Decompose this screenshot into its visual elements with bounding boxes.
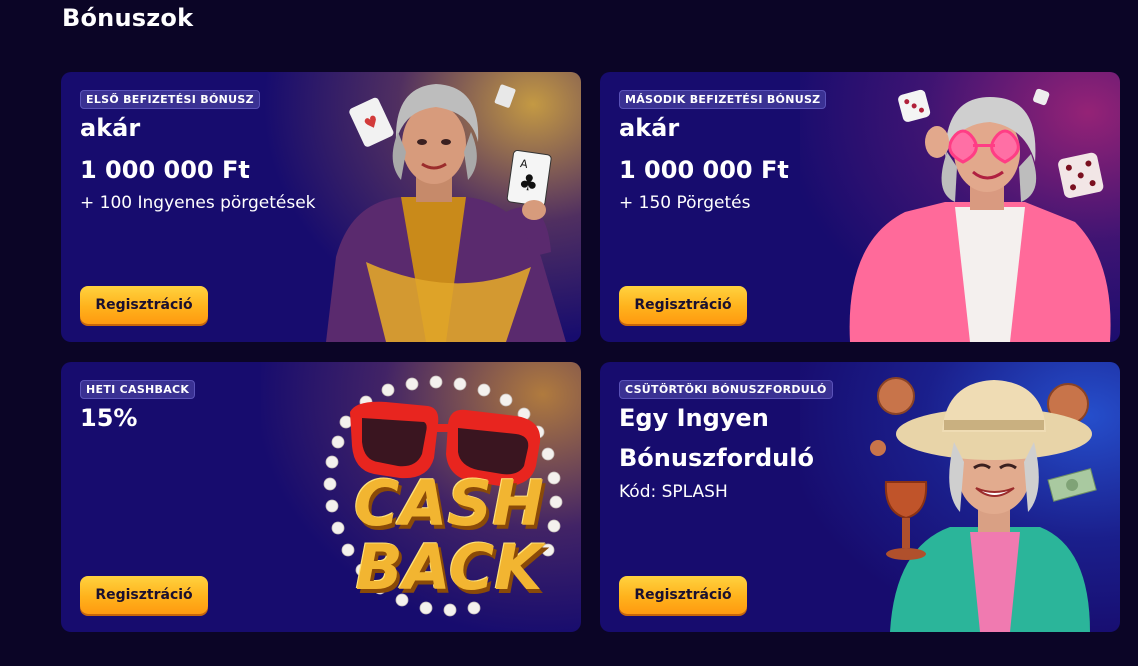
bonus-title-line-2: Bónuszforduló xyxy=(619,444,814,472)
bonus-extra: + 150 Pörgetés xyxy=(619,193,751,213)
bonus-prefix: akár xyxy=(619,114,680,142)
svg-text:♣: ♣ xyxy=(517,170,540,198)
register-button[interactable]: Regisztráció xyxy=(80,576,208,614)
bonus-badge: ELSŐ BEFIZETÉSI BÓNUSZ xyxy=(80,90,260,109)
bonus-code: Kód: SPLASH xyxy=(619,482,728,502)
bonus-badge: HETI CASHBACK xyxy=(80,380,196,399)
register-button[interactable]: Regisztráció xyxy=(619,286,747,324)
bonus-badge: CSÜTÖRTÖKI BÓNUSZFORDULÓ xyxy=(619,380,833,399)
bonus-badge: MÁSODIK BEFIZETÉSI BÓNUSZ xyxy=(619,90,827,109)
bonus-amount: 1 000 000 Ft xyxy=(80,156,250,184)
bonus-prefix: akár xyxy=(80,114,141,142)
bonus-card-first-deposit: ♥ A ♣ ELSŐ BEFIZETÉSI BÓNUSZ akár 1 000 0… xyxy=(61,72,581,342)
bonus-card-weekly-cashback: CASH BACK HETI CASHBACK 15% Regisztráció xyxy=(61,362,581,632)
page-title: Bónuszok xyxy=(62,4,194,32)
cashback-art-word-1: CASH xyxy=(353,467,545,540)
woman-with-hat-and-trophy-illustration xyxy=(870,377,1097,632)
bonus-extra: + 100 Ingyenes pörgetések xyxy=(80,193,316,213)
cashback-art-text: CASH BACK xyxy=(329,472,569,600)
bonus-card-thursday-bonus-round: CSÜTÖRTÖKI BÓNUSZFORDULÓ Egy Ingyen Bónu… xyxy=(600,362,1120,632)
bonus-card-second-deposit: MÁSODIK BEFIZETÉSI BÓNUSZ akár 1 000 000… xyxy=(600,72,1120,342)
woman-with-playing-cards-illustration: ♥ A♣ xyxy=(326,84,566,342)
woman-with-heart-glasses-illustration xyxy=(849,88,1111,342)
bonus-title-line-1: Egy Ingyen xyxy=(619,404,769,432)
bonus-amount: 1 000 000 Ft xyxy=(619,156,789,184)
cashback-percent: 15% xyxy=(80,404,138,432)
cashback-art-word-2: BACK xyxy=(355,531,543,604)
register-button[interactable]: Regisztráció xyxy=(80,286,208,324)
register-button[interactable]: Regisztráció xyxy=(619,576,747,614)
